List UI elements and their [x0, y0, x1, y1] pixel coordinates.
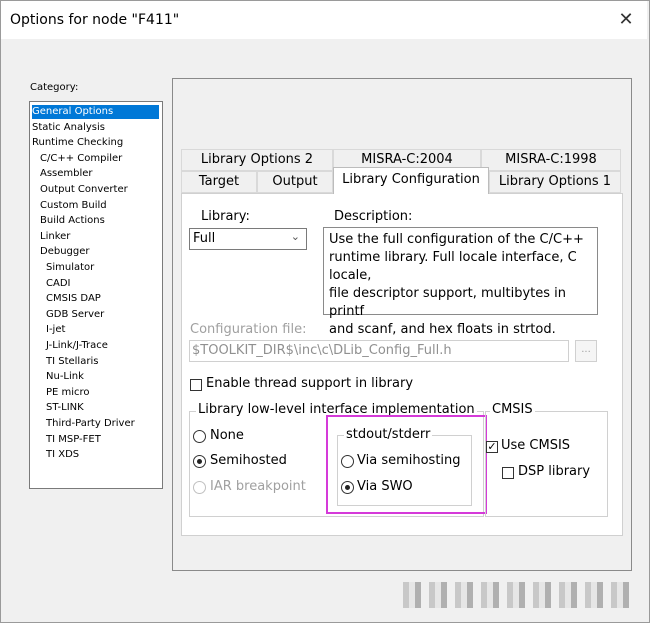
library-label: Library:	[201, 209, 250, 224]
category-item[interactable]: Output Converter	[32, 183, 129, 197]
tab-library-options-1[interactable]: Library Options 1	[489, 171, 621, 193]
radio-iar-breakpoint-label: IAR breakpoint	[210, 479, 306, 494]
category-label: Category:	[30, 82, 79, 93]
category-item[interactable]: CADI	[32, 277, 71, 291]
category-item[interactable]: TI Stellaris	[32, 355, 99, 369]
description-label: Description:	[334, 209, 413, 224]
thread-support-label: Enable thread support in library	[206, 376, 414, 391]
category-item[interactable]: Linker	[32, 230, 71, 244]
tab-library-configuration[interactable]: Library Configuration	[333, 167, 489, 194]
browse-button[interactable]: ...	[575, 340, 597, 362]
library-select[interactable]: Full ⌄	[189, 228, 307, 250]
dsp-library-checkbox[interactable]	[502, 467, 514, 479]
category-item[interactable]: Custom Build	[32, 199, 108, 213]
use-cmsis-checkbox[interactable]: ✓	[486, 441, 498, 453]
description-line: Use the full configuration of the C/C++	[329, 232, 584, 247]
tab-target[interactable]: Target	[181, 171, 257, 193]
radio-none[interactable]	[193, 430, 206, 443]
chevron-down-icon: ⌄	[290, 230, 300, 243]
description-line: and scanf, and hex floats in strtod.	[329, 322, 556, 337]
description-text: Use the full configuration of the C/C++ …	[323, 227, 598, 337]
category-item[interactable]: C/C++ Compiler	[32, 152, 123, 166]
radio-semihosted-label: Semihosted	[210, 453, 287, 468]
category-item[interactable]: Static Analysis	[32, 121, 106, 135]
library-select-value: Full	[193, 231, 216, 246]
tab-misra-c-1998[interactable]: MISRA-C:1998	[481, 149, 621, 171]
category-item[interactable]: ST-LINK	[32, 401, 85, 415]
obscured-buttons	[403, 582, 629, 608]
cmsis-legend: CMSIS	[490, 402, 535, 417]
dialog-title: Options for node "F411"	[10, 12, 180, 28]
category-item[interactable]: TI XDS	[32, 448, 80, 462]
category-item[interactable]: GDB Server	[32, 308, 105, 322]
config-file-label: Configuration file:	[190, 322, 307, 337]
thread-support-checkbox[interactable]	[190, 379, 202, 391]
category-item[interactable]: Build Actions	[32, 214, 106, 228]
category-list[interactable]: General Options Static Analysis Runtime Ch…	[29, 101, 163, 489]
tab-library-options-2[interactable]: Library Options 2	[181, 149, 333, 171]
category-item[interactable]: CMSIS DAP	[32, 292, 102, 306]
description-line: file descriptor support, multibytes in p…	[329, 286, 567, 319]
config-file-field[interactable]: $TOOLKIT_DIR$\inc\c\DLib_Config_Full.h	[189, 340, 569, 362]
use-cmsis-label: Use CMSIS	[501, 438, 571, 453]
category-item[interactable]: Third-Party Driver	[32, 417, 136, 431]
category-item[interactable]: I-jet	[32, 323, 66, 337]
highlight-box	[326, 415, 487, 514]
category-item[interactable]: PE micro	[32, 386, 91, 400]
category-item[interactable]: General Options	[32, 105, 159, 119]
category-item[interactable]: Runtime Checking	[32, 136, 124, 150]
close-icon[interactable]: ✕	[612, 6, 640, 34]
category-item[interactable]: Nu-Link	[32, 370, 85, 384]
radio-none-label: None	[210, 428, 244, 443]
description-line: runtime library. Full locale interface, …	[329, 250, 577, 283]
radio-iar-breakpoint	[193, 481, 206, 494]
category-item[interactable]: TI MSP-FET	[32, 433, 102, 447]
category-item[interactable]: Debugger	[32, 245, 91, 259]
category-item[interactable]: J-Link/J-Trace	[32, 339, 109, 353]
tab-output[interactable]: Output	[257, 171, 333, 193]
checkmark-icon: ✓	[487, 440, 497, 453]
category-item[interactable]: Assembler	[32, 167, 94, 181]
category-item[interactable]: Simulator	[32, 261, 95, 275]
dsp-library-label: DSP library	[518, 464, 591, 479]
radio-semihosted[interactable]	[193, 455, 206, 468]
